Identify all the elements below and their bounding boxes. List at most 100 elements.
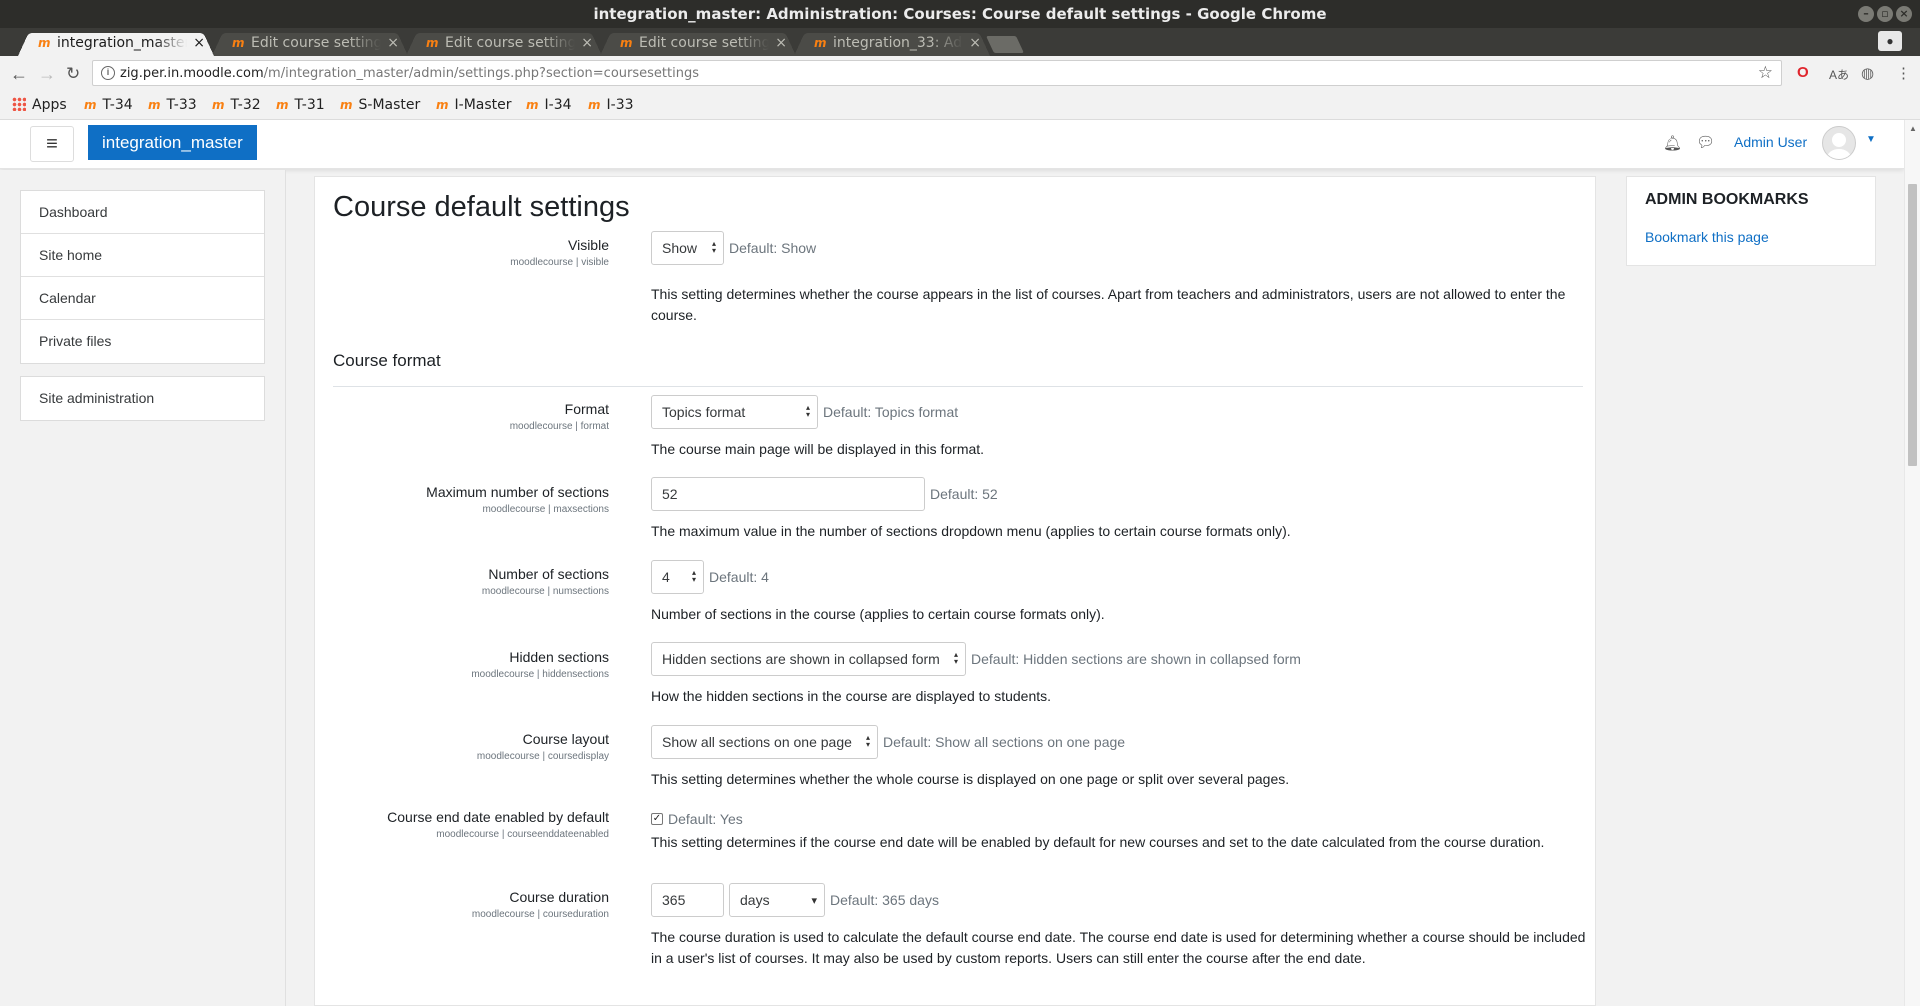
browser-tab[interactable]: m Edit course settings × [406, 30, 602, 56]
courseduration-unit-select[interactable]: days [729, 883, 825, 917]
default-value: Default: 4 [709, 569, 769, 585]
close-window-button[interactable]: × [1896, 6, 1912, 22]
messages-chat-icon[interactable]: 💬︎ [1696, 133, 1715, 151]
default-value: Default: Topics format [823, 404, 959, 420]
admin-bookmarks-block: ADMIN BOOKMARKS Bookmark this page [1626, 176, 1876, 266]
default-value: Default: Show [729, 240, 817, 256]
setting-key: moodlecourse | format [509, 421, 609, 432]
tab-close-icon[interactable]: × [969, 30, 981, 56]
window-title: integration_master: Administration: Cour… [593, 5, 1327, 23]
new-tab-button[interactable] [986, 36, 1024, 53]
moodle-favicon-icon: m [38, 36, 51, 50]
bookmark-item[interactable]: m I-Master [436, 97, 512, 113]
setting-label: Hidden sections moodlecourse | hiddensec… [471, 649, 609, 680]
setting-name: Hidden sections [509, 649, 609, 665]
bookmark-item[interactable]: m I-34 [526, 97, 572, 113]
scroll-up-arrow-icon[interactable]: ▲ [1909, 124, 1917, 133]
tab-close-icon[interactable]: × [581, 30, 593, 56]
nav-item-site-home[interactable]: Site home [21, 234, 264, 277]
setting-name: Maximum number of sections [426, 484, 609, 500]
moodle-favicon-icon: m [588, 98, 601, 112]
setting-name: Number of sections [488, 566, 609, 582]
bookmark-this-page-link[interactable]: Bookmark this page [1645, 229, 1769, 245]
user-menu-name[interactable]: Admin User [1734, 134, 1807, 150]
bookmark-item[interactable]: m T-32 [212, 97, 261, 113]
url-host: zig.per.in.moodle.com [120, 66, 264, 81]
setting-label: Course end date enabled by default moodl… [387, 809, 609, 840]
notifications-bell-icon[interactable]: 🔔︎ [1663, 134, 1682, 152]
setting-description: The course duration is used to calculate… [651, 929, 1586, 966]
bookmark-item[interactable]: m S-Master [340, 97, 420, 113]
moodle-favicon-icon: m [814, 36, 827, 50]
reload-icon[interactable]: ↻ [66, 64, 80, 84]
setting-key: moodlecourse | maxsections [482, 504, 609, 515]
bookmark-star-icon[interactable]: ☆ [1758, 63, 1773, 83]
maxsections-input[interactable]: 52 [651, 477, 925, 511]
bookmark-item[interactable]: m I-33 [588, 97, 634, 113]
tab-close-icon[interactable]: × [193, 30, 205, 56]
numsections-select[interactable]: 4 [651, 560, 704, 594]
setting-label: Visible moodlecourse | visible [510, 237, 609, 268]
profile-icon[interactable]: ● [1878, 31, 1902, 51]
browser-tab[interactable]: m Edit course settings × [600, 30, 796, 56]
hamburger-menu-icon[interactable]: ≡ [30, 126, 74, 162]
format-select[interactable]: Topics format [651, 395, 818, 429]
setting-control: 4 Default: 4 [651, 560, 769, 594]
opera-extension-icon[interactable]: O [1797, 64, 1809, 81]
page-title: Course default settings [333, 191, 630, 223]
maximize-button[interactable]: ▫ [1877, 6, 1893, 22]
browser-tab[interactable]: m integration_33: Administration × [794, 30, 990, 56]
moodle-favicon-icon: m [436, 98, 449, 112]
default-value: Default: 365 days [830, 892, 939, 908]
browser-tab[interactable]: m Edit course settings × [212, 30, 408, 56]
user-menu-caret-icon[interactable]: ▼ [1866, 134, 1876, 145]
visible-select[interactable]: Show [651, 231, 724, 265]
address-bar[interactable]: i zig.per.in.moodle.com/m/integration_ma… [92, 60, 1782, 86]
nav-item-calendar[interactable]: Calendar [21, 277, 264, 320]
hiddensections-select[interactable]: Hidden sections are shown in collapsed f… [651, 642, 966, 676]
setting-key: moodlecourse | courseduration [471, 909, 609, 920]
courseduration-input[interactable]: 365 [651, 883, 724, 917]
info-icon[interactable]: i [101, 66, 115, 80]
translate-extension-icon[interactable]: Aあ [1829, 66, 1849, 83]
nav-item-dashboard[interactable]: Dashboard [21, 191, 264, 234]
bookmark-item[interactable]: m T-34 [84, 97, 133, 113]
tab-close-icon[interactable]: × [775, 30, 787, 56]
setting-key: moodlecourse | visible [510, 257, 609, 268]
browser-tab[interactable]: m integration_master × [18, 30, 214, 56]
nav-item-site-administration[interactable]: Site administration [21, 377, 264, 420]
back-icon[interactable]: ← [10, 64, 28, 85]
setting-control: 52 Default: 52 [651, 477, 998, 511]
scrollbar-thumb[interactable] [1908, 184, 1917, 466]
site-name-button[interactable]: integration_master [88, 125, 257, 160]
main-region: Course default settings Visible moodleco… [314, 176, 1596, 1006]
menu-kebab-icon[interactable]: ⋮ [1896, 64, 1911, 82]
courseenddateenabled-checkbox[interactable]: ✓ [651, 813, 663, 825]
setting-description: This setting determines whether the whol… [651, 771, 1290, 787]
setting-control: Topics format Default: Topics format [651, 395, 958, 429]
setting-name: Visible [568, 237, 609, 253]
bookmark-apps[interactable]: Apps [12, 97, 67, 113]
page-scrollbar[interactable]: ▲ [1904, 120, 1920, 1006]
setting-description: The course main page will be displayed i… [651, 441, 985, 457]
setting-key: moodlecourse | courseenddateenabled [436, 829, 609, 840]
setting-label: Format moodlecourse | format [510, 401, 609, 432]
setting-label: Course duration moodlecourse | coursedur… [472, 889, 609, 920]
bookmark-label: T-34 [102, 97, 133, 113]
forward-icon[interactable]: → [38, 64, 56, 85]
window-titlebar: integration_master: Administration: Cour… [0, 0, 1920, 28]
nav-item-private-files[interactable]: Private files [21, 320, 264, 363]
tab-close-icon[interactable]: × [387, 30, 399, 56]
bookmark-label: T-32 [230, 97, 261, 113]
tab-title: Edit course settings [445, 35, 575, 51]
section-divider [333, 386, 1583, 387]
bookmark-item[interactable]: m T-31 [276, 97, 325, 113]
browser-toolbar: ← → ↻ i zig.per.in.moodle.com/m/integrat… [0, 56, 1920, 92]
minimize-button[interactable]: – [1858, 6, 1874, 22]
coursedisplay-select[interactable]: Show all sections on one page [651, 725, 878, 759]
bookmarks-bar: Apps m T-34 m T-33 m T-32 m T-31 m S-Master m… [0, 92, 1920, 120]
avatar[interactable] [1822, 126, 1856, 160]
bookmark-item[interactable]: m T-33 [148, 97, 197, 113]
globe-extension-icon[interactable]: ◍ [1861, 64, 1874, 82]
bookmark-label: I-33 [606, 97, 634, 113]
